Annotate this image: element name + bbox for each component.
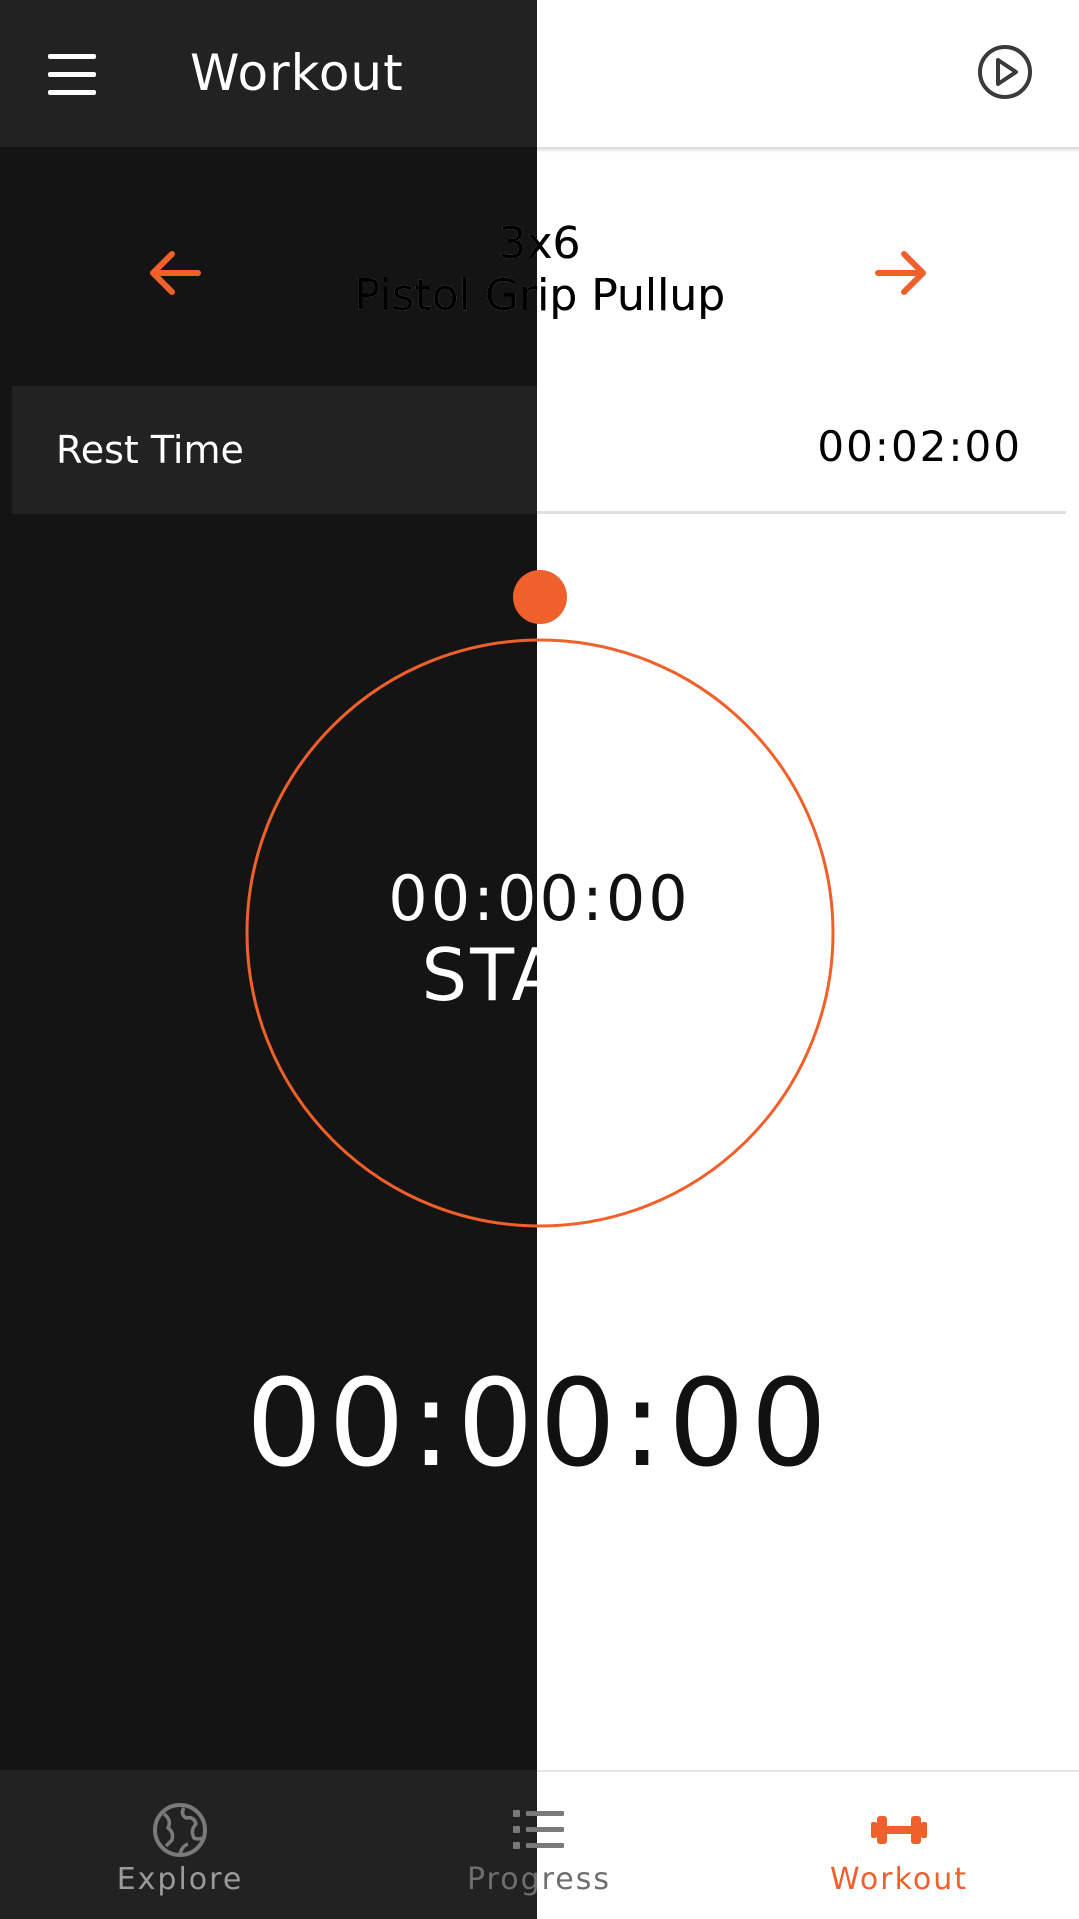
hamburger-menu-icon — [48, 54, 96, 59]
page-title: Workout — [190, 44, 404, 102]
play-button[interactable] — [976, 43, 1034, 101]
nav-item-workout[interactable]: Workout — [719, 1770, 1079, 1919]
app-bar-shadow — [537, 147, 1079, 153]
next-exercise-button[interactable] — [866, 238, 936, 308]
nav-item-explore[interactable]: Explore — [0, 1770, 360, 1919]
divider — [537, 511, 1066, 514]
play-circle-icon — [978, 45, 1032, 99]
arrow-right-icon — [875, 251, 926, 295]
start-button[interactable]: START — [380, 935, 700, 1015]
nav-label-explore: Explore — [116, 1862, 244, 1897]
app-bar: Workout — [0, 0, 1079, 147]
workout-screen: Workout 3x6 Pistol Grip Pullup Rest Time… — [0, 0, 1079, 1919]
list-icon — [513, 1810, 564, 1849]
progress-knob[interactable] — [513, 570, 567, 624]
globe-icon — [153, 1803, 207, 1857]
rest-time-label: Rest Time — [56, 428, 244, 472]
menu-button[interactable] — [40, 52, 106, 100]
nav-label-progress: Progress — [466, 1862, 612, 1897]
dumbbell-icon — [871, 1816, 927, 1844]
elapsed-time-display: 00:00:00 — [0, 1355, 1079, 1494]
bottom-navigation: Explore Progress Workout — [0, 1770, 1079, 1919]
circle-timer-display: 00:00:00 — [0, 862, 1079, 935]
rest-time-value[interactable]: 00:02:00 — [817, 422, 1022, 471]
nav-label-workout: Workout — [829, 1862, 969, 1897]
rest-time-row[interactable]: Rest Time 00:02:00 — [12, 386, 1066, 514]
nav-item-progress[interactable]: Progress — [359, 1770, 719, 1919]
